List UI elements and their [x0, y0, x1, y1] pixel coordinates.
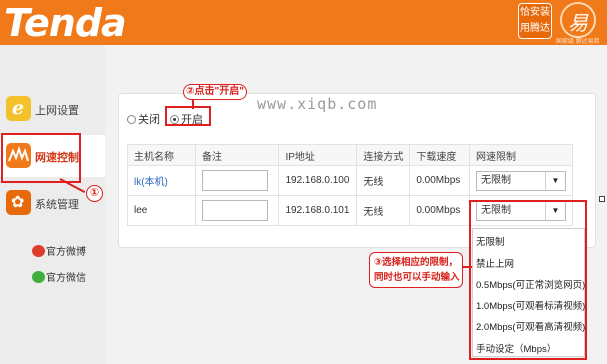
col-speed: 下载速度 [409, 144, 470, 166]
brand-mark-glyph: 易 [568, 13, 588, 35]
download-speed: 0.00Mbps [409, 165, 470, 196]
header-bar: Tenda 恰安装 用腾达 易 国家级 腾达易商 [0, 0, 607, 45]
col-limit: 网速限制 [469, 144, 573, 166]
radio-off-label: 关闭 [138, 114, 160, 126]
step3-arrow [462, 266, 472, 268]
brand-sub-text: 国家级 腾达易商 [556, 39, 600, 45]
weibo-icon [32, 245, 45, 257]
limit-cell: 无限制 ▼ [469, 165, 573, 196]
note-input[interactable] [202, 200, 269, 221]
step2-callout: ②点击"开启" [183, 84, 247, 100]
step3-callout: ③选择相应的限制， 同时也可以手动输入 [369, 252, 463, 288]
radio-off[interactable] [127, 115, 136, 124]
step1-marker: ① [86, 185, 103, 202]
weibo-label: 官方微博 [46, 247, 86, 258]
col-ip: IP地址 [278, 144, 358, 166]
install-badge: 恰安装 用腾达 [518, 3, 552, 39]
tenda-logo: Tenda [4, 1, 127, 45]
host-name[interactable]: lk(本机) [126, 165, 197, 196]
radio-off-option[interactable]: 关闭 [127, 111, 160, 127]
sidebar-item-label: 上网设置 [35, 105, 79, 117]
connection-type: 无线 [356, 165, 411, 196]
table-row: lk(本机) 192.168.0.100 无线 0.00Mbps 无限制 ▼ [126, 165, 573, 196]
speed-control-highlight [1, 133, 81, 183]
resize-handle [599, 196, 605, 202]
official-weibo-link[interactable]: 官方微博 [32, 243, 86, 258]
official-wechat-link[interactable]: 官方微信 [32, 269, 86, 284]
table-header-row: 主机名称 备注 IP地址 连接方式 下载速度 网速限制 [126, 144, 573, 166]
step3-line-1: ③选择相应的限制， [374, 257, 459, 268]
col-host: 主机名称 [126, 144, 197, 166]
wechat-icon [32, 271, 45, 283]
enable-highlight [165, 106, 211, 126]
col-conn: 连接方式 [356, 144, 411, 166]
note-input[interactable] [202, 170, 269, 191]
speed-limit-value: 无限制 [481, 174, 511, 186]
watermark-text: www.xiqb.com [257, 95, 378, 113]
badge-line-2: 用腾达 [520, 23, 550, 34]
brand-mark-icon: 易 [560, 2, 596, 38]
badge-line-1: 恰安装 [520, 7, 550, 18]
sidebar: e 上网设置 网速控制 ✿ 系统管理 官方微博 官方微信 [0, 45, 105, 364]
note-cell [195, 165, 280, 196]
speed-limit-select[interactable]: 无限制 ▼ [476, 170, 566, 191]
dropdown-highlight [469, 200, 587, 360]
sidebar-item-internet-settings[interactable]: e 上网设置 [0, 88, 105, 130]
step2-arrow [192, 99, 194, 109]
ie-icon: e [6, 96, 31, 121]
note-cell [195, 195, 280, 226]
chevron-down-icon[interactable]: ▼ [545, 171, 565, 190]
ip-address: 192.168.0.101 [278, 195, 358, 226]
step3-line-2: 同时也可以手动输入 [374, 272, 460, 283]
col-note: 备注 [195, 144, 280, 166]
gear-icon: ✿ [6, 190, 31, 215]
host-name: lee [126, 195, 197, 226]
ip-address: 192.168.0.100 [278, 165, 358, 196]
download-speed: 0.00Mbps [409, 195, 470, 226]
sidebar-item-label: 系统管理 [35, 199, 79, 211]
connection-type: 无线 [356, 195, 411, 226]
wechat-label: 官方微信 [46, 273, 86, 284]
